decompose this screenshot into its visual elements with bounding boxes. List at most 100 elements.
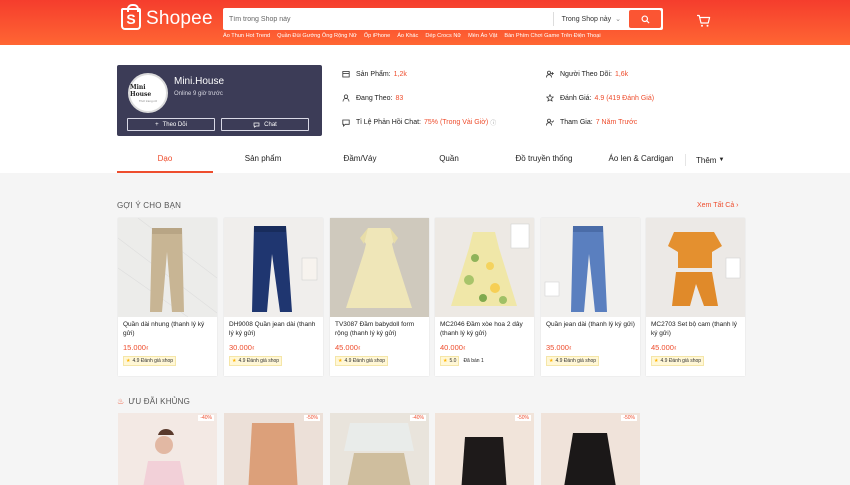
rating-badge: ★ 4.9 Đánh giá shop [335, 356, 389, 366]
stat-label: Người Theo Dõi: [560, 70, 612, 78]
product-card[interactable]: Quần dài nhung (thanh lý ký gửi) 15.000₫… [118, 218, 217, 376]
stat-value: 7 Năm Trước [595, 118, 638, 126]
star-icon: ★ [654, 358, 659, 364]
sold-count: Đã bán 1 [463, 358, 484, 364]
follow-button[interactable]: + Theo Dõi [127, 118, 215, 131]
stat-label: Sản Phẩm: [356, 70, 391, 78]
deal-card[interactable]: -40% [118, 413, 217, 485]
search-scope-label: Trong Shop này [561, 15, 612, 23]
product-image [224, 218, 323, 317]
product-card[interactable]: Quần jean dài (thanh lý ký gửi) 35.000₫ … [541, 218, 640, 376]
star-icon: ★ [232, 358, 237, 364]
star-icon: ★ [126, 358, 131, 364]
chat-icon [253, 122, 260, 128]
product-image [646, 218, 745, 317]
see-all-link[interactable]: Xem Tất Cả › [697, 202, 739, 209]
stat-products: Sản Phẩm: 1,2k [342, 70, 407, 78]
stat-label: Tỉ Lệ Phản Hồi Chat: [356, 119, 421, 126]
cart-button[interactable] [696, 14, 711, 33]
stat-value: 1,6k [614, 70, 629, 78]
product-price: 45.000₫ [335, 343, 361, 352]
user-check-icon [546, 118, 554, 126]
cart-icon [697, 14, 711, 27]
users-icon [546, 70, 554, 78]
stat-followers: Người Theo Dõi: 1,6k [546, 70, 628, 78]
chevron-right-icon: › [736, 202, 739, 209]
avatar[interactable]: Mini House Thời trang nữ [128, 73, 168, 113]
product-meta: ★ 4.9 Đánh giá shop [118, 352, 217, 366]
stat-value: 83 [395, 94, 404, 102]
avatar-subtext: Thời trang nữ [138, 98, 158, 103]
info-icon[interactable]: ⓘ [490, 118, 496, 127]
deal-image: -40% [330, 413, 429, 485]
deal-image: -50% [224, 413, 323, 485]
tab-more-label: Thêm [696, 155, 717, 165]
shop-online-status: Online 9 giờ trước [174, 91, 223, 97]
product-meta: ★ 4.9 Đánh giá shop [224, 352, 323, 366]
follow-label: Theo Dõi [162, 121, 187, 128]
product-image [118, 218, 217, 317]
deals-title: ♨ ƯU ĐÃI KHỦNG [117, 397, 190, 406]
deal-card[interactable]: -40% [330, 413, 429, 485]
star-icon: ★ [549, 358, 554, 364]
keyword-link[interactable]: Quần Đùi Gướng Ông Rộng Nữ [277, 33, 357, 39]
star-icon [546, 94, 554, 102]
search-button[interactable] [629, 10, 661, 28]
product-card[interactable]: MC2046 Đầm xòe hoa 2 dây (thanh lý ký gử… [435, 218, 534, 376]
rating-badge: ★ 4.9 Đánh giá shop [651, 356, 705, 366]
product-name: MC2703 Set bộ cam (thanh lý ký gửi) [651, 321, 737, 337]
deal-card[interactable]: -50% [435, 413, 534, 485]
product-image [435, 218, 534, 317]
stat-joined: Tham Gia: 7 Năm Trước [546, 118, 637, 126]
shop-tabs: Dạo Sản phẩm Đầm/Váy Quần Đồ truyền thốn… [117, 147, 745, 173]
tab-san-pham[interactable]: Sản phẩm [213, 147, 313, 173]
deals-title-label: ƯU ĐÃI KHỦNG [128, 397, 191, 406]
tab-ao-len-cardigan[interactable]: Áo len & Cardigan [597, 147, 685, 173]
shopee-logo[interactable]: S Shopee [121, 4, 213, 30]
deal-card[interactable]: -50% [541, 413, 640, 485]
tab-do-truyen-thong[interactable]: Đồ truyền thống [491, 147, 597, 173]
plus-icon: + [155, 121, 159, 128]
stat-value: 1,2k [393, 70, 407, 78]
product-image [541, 218, 640, 317]
chat-button[interactable]: Chat [221, 118, 309, 131]
logo-text: Shopee [146, 8, 213, 29]
shop-card: Mini House Thời trang nữ Mini.House Onli… [117, 65, 322, 136]
deal-card[interactable]: -50% [224, 413, 323, 485]
stat-label: Tham Gia: [560, 118, 593, 126]
product-name: DH9008 Quần jean dài (thanh lý ký gửi) [229, 321, 316, 337]
discount-badge: -50% [621, 415, 637, 421]
search-bar: Trong Shop này ⌄ [223, 8, 663, 30]
keyword-link[interactable]: Áo Thun Hot Trend [223, 33, 270, 39]
product-name: Quần dài nhung (thanh lý ký gửi) [123, 321, 205, 337]
discount-badge: -50% [515, 415, 531, 421]
stat-value: 75% (Trong Vài Giờ) [423, 119, 489, 126]
search-scope-dropdown[interactable]: Trong Shop này ⌄ [552, 12, 629, 26]
rating-badge: ★ 4.9 Đánh giá shop [546, 356, 600, 366]
tab-more[interactable]: Thêm ▼ [685, 154, 724, 166]
product-card[interactable]: DH9008 Quần jean dài (thanh lý ký gửi) 3… [224, 218, 323, 376]
product-card[interactable]: MC2703 Set bộ cam (thanh lý ký gửi) 45.0… [646, 218, 745, 376]
tab-quan[interactable]: Quần [407, 147, 491, 173]
product-meta: ★ 4.9 Đánh giá shop [330, 352, 429, 366]
product-name: MC2046 Đầm xòe hoa 2 dây (thanh lý ký gử… [440, 321, 523, 337]
keyword-link[interactable]: Dép Crocs Nữ [425, 33, 461, 39]
deal-image: -40% [118, 413, 217, 485]
tab-dao[interactable]: Dạo [117, 147, 213, 173]
rating-badge: ★ 4.9 Đánh giá shop [229, 356, 283, 366]
avatar-text: Mini House [130, 83, 152, 98]
keyword-link[interactable]: Ốp iPhone [364, 33, 390, 39]
keyword-link[interactable]: Bàn Phím Chơi Game Trên Điện Thoại [504, 33, 600, 39]
keyword-link[interactable]: Áo Khác [397, 33, 418, 39]
search-input[interactable] [223, 8, 553, 30]
product-name: TV3087 Đầm babydoll form rộng (thanh lý … [335, 321, 415, 337]
product-price: 35.000₫ [546, 343, 572, 352]
caret-down-icon: ▼ [718, 157, 725, 163]
keyword-link[interactable]: Mèn Áo Vật [468, 33, 497, 39]
stat-rating: Đánh Giá: 4.9 (419 Đánh Giá) [546, 94, 654, 102]
hot-keywords: Áo Thun Hot Trend Quần Đùi Gướng Ông Rộn… [223, 33, 601, 39]
rating-badge: ★ 5.0 [440, 356, 460, 366]
discount-badge: -40% [198, 415, 214, 421]
product-card[interactable]: TV3087 Đầm babydoll form rộng (thanh lý … [330, 218, 429, 376]
tab-dam-vay[interactable]: Đầm/Váy [313, 147, 407, 173]
